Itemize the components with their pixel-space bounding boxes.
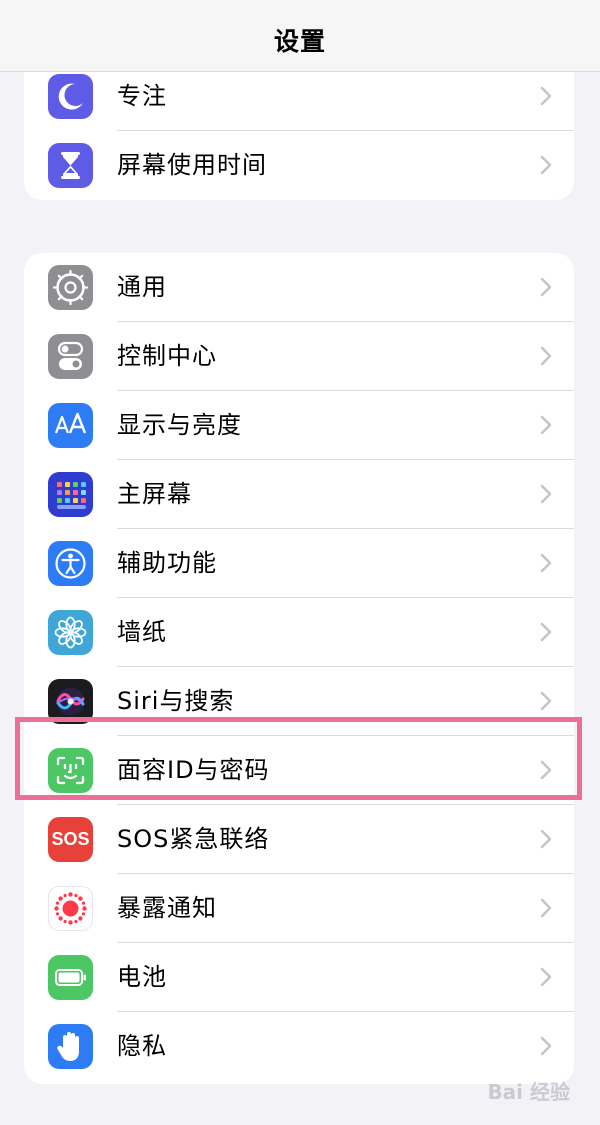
siri-icon: [48, 679, 93, 724]
settings-item-label: 屏幕使用时间: [117, 151, 267, 179]
settings-item-label: SOS紧急联络: [117, 825, 270, 853]
settings-item-label: 隐私: [117, 1032, 167, 1060]
flower-icon: [48, 610, 93, 655]
settings-item-exposure-notifications[interactable]: 暴露通知: [24, 874, 574, 943]
settings-item-privacy[interactable]: 隐私: [24, 1012, 574, 1081]
chevron-right-icon: [540, 967, 552, 991]
text-size-icon: [48, 403, 93, 448]
settings-item-label: 面容ID与密码: [117, 756, 270, 784]
chevron-right-icon: [540, 86, 552, 110]
app-grid-icon: [48, 472, 93, 517]
chevron-right-icon: [540, 553, 552, 577]
watermark: Bai 经验: [487, 1080, 570, 1104]
settings-item-accessibility[interactable]: 辅助功能: [24, 529, 574, 598]
settings-item-battery[interactable]: 电池: [24, 943, 574, 1012]
settings-group-main: 通用 控制中心 显示与亮度 主屏幕 辅助功能 墙纸 Siri与搜索 面容ID与密…: [24, 253, 574, 1084]
chevron-right-icon: [540, 415, 552, 439]
settings-item-label: 通用: [117, 273, 167, 301]
settings-item-label: 墙纸: [117, 618, 167, 646]
settings-item-focus[interactable]: 专注: [24, 62, 574, 131]
settings-item-siri-search[interactable]: Siri与搜索: [24, 667, 574, 736]
settings-item-face-id-passcode[interactable]: 面容ID与密码: [24, 736, 574, 805]
settings-item-general[interactable]: 通用: [24, 253, 574, 322]
navigation-bar: 设置: [0, 0, 600, 72]
settings-item-label: 专注: [117, 82, 167, 110]
chevron-right-icon: [540, 691, 552, 715]
chevron-right-icon: [540, 622, 552, 646]
chevron-right-icon: [540, 484, 552, 508]
settings-item-label: 显示与亮度: [117, 411, 242, 439]
exposure-icon: [48, 886, 93, 931]
settings-item-screen-time[interactable]: 屏幕使用时间: [24, 131, 574, 200]
accessibility-icon: [48, 541, 93, 586]
settings-item-label: Siri与搜索: [117, 687, 235, 715]
page-title: 设置: [273, 27, 326, 56]
settings-item-label: 控制中心: [117, 342, 217, 370]
moon-icon: [48, 74, 93, 119]
settings-item-wallpaper[interactable]: 墙纸: [24, 598, 574, 667]
hourglass-icon: [48, 143, 93, 188]
chevron-right-icon: [540, 277, 552, 301]
settings-item-label: 电池: [117, 963, 167, 991]
sos-icon-text: SOS: [51, 829, 90, 849]
settings-item-label: 暴露通知: [117, 894, 217, 922]
settings-item-home-screen[interactable]: 主屏幕: [24, 460, 574, 529]
chevron-right-icon: [540, 1036, 552, 1060]
chevron-right-icon: [540, 346, 552, 370]
battery-icon: [48, 955, 93, 1000]
settings-item-label: 辅助功能: [117, 549, 217, 577]
chevron-right-icon: [540, 898, 552, 922]
chevron-right-icon: [540, 829, 552, 853]
settings-item-emergency-sos[interactable]: SOS SOS紧急联络: [24, 805, 574, 874]
chevron-right-icon: [540, 760, 552, 784]
toggle-icon: [48, 334, 93, 379]
sos-icon: SOS: [48, 817, 93, 862]
chevron-right-icon: [540, 155, 552, 179]
settings-item-display-brightness[interactable]: 显示与亮度: [24, 391, 574, 460]
face-id-icon: [48, 748, 93, 793]
hand-icon: [48, 1024, 93, 1069]
settings-item-label: 主屏幕: [117, 480, 192, 508]
settings-item-control-center[interactable]: 控制中心: [24, 322, 574, 391]
gear-icon: [48, 265, 93, 310]
